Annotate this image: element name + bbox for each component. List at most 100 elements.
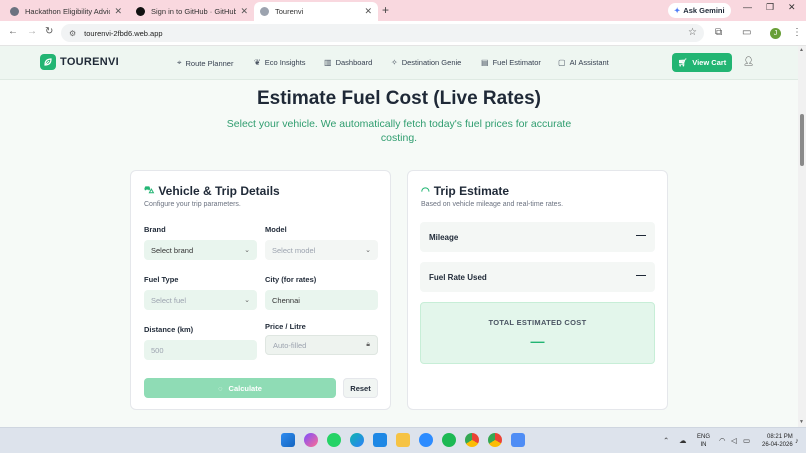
lang-region: IN: [700, 442, 707, 448]
trip-estimate-subtitle: Based on vehicle mileage and real-time r…: [421, 201, 564, 208]
tray-overflow-icon[interactable]: ⌃: [663, 436, 669, 445]
fuel-type-label: Fuel Type: [144, 275, 179, 284]
distance-input[interactable]: 500: [144, 340, 257, 360]
brand-select[interactable]: Select brand ⌄: [144, 240, 257, 260]
minimize-icon[interactable]: —: [743, 2, 752, 12]
wifi-icon[interactable]: ◠: [719, 436, 726, 445]
reset-button[interactable]: Reset: [343, 378, 378, 398]
distance-label: Distance (km): [144, 325, 194, 334]
price-placeholder: Auto-filled: [273, 340, 307, 350]
back-icon[interactable]: ←: [8, 26, 18, 37]
address-bar[interactable]: ⚙ tourenvi-2fbd6.web.app: [61, 24, 704, 42]
language-indicator[interactable]: ENG IN: [697, 433, 710, 449]
nav-label: Dashboard: [335, 58, 373, 67]
total-cost-box: TOTAL ESTIMATED COST —: [420, 302, 655, 364]
city-input-value: Chennai: [272, 295, 300, 305]
vehicle-trip-card: ⛍ Vehicle & Trip Details Configure your …: [130, 170, 391, 410]
page-viewport: TOURENVI ⌖ Route Planner ❦ Eco Insights …: [0, 46, 798, 427]
reload-icon[interactable]: ↻: [45, 26, 53, 37]
chevron-down-icon: ⌄: [244, 297, 250, 304]
nav-label: Destination Genie: [401, 58, 462, 67]
notification-bell-icon[interactable]: ♪: [795, 436, 799, 445]
nav-label: Route Planner: [185, 58, 234, 68]
city-input[interactable]: Chennai: [265, 290, 378, 310]
url-text: tourenvi-2fbd6.web.app: [84, 28, 163, 38]
whatsapp-icon[interactable]: [327, 433, 341, 447]
close-tab-icon[interactable]: ✕: [364, 6, 372, 17]
clock-time: 08:21 PM: [767, 434, 793, 440]
mileage-row: Mileage —: [420, 222, 655, 252]
tourenvi-favicon-icon: [260, 7, 269, 16]
site-logo[interactable]: TOURENVI: [40, 54, 119, 70]
vscode-icon[interactable]: [373, 433, 387, 447]
file-explorer-icon[interactable]: [396, 433, 410, 447]
close-window-icon[interactable]: ✕: [788, 2, 796, 13]
model-select-value: Select model: [272, 245, 316, 255]
bookmark-star-icon[interactable]: ☆: [688, 27, 697, 38]
page-scrollbar[interactable]: ▲ ▼: [798, 46, 806, 427]
profile-avatar[interactable]: J: [770, 28, 781, 39]
page-title: Estimate Fuel Cost (Live Rates): [256, 88, 542, 109]
nav-route-planner[interactable]: ⌖ Route Planner: [177, 58, 233, 68]
nav-destination-genie[interactable]: ✧ Destination Genie: [391, 58, 461, 67]
battery-icon[interactable]: ▭: [743, 436, 750, 445]
model-select[interactable]: Select model ⌄: [265, 240, 378, 260]
bar-chart-icon: ▥: [324, 58, 332, 67]
spotify-icon[interactable]: [442, 433, 456, 447]
copilot-icon[interactable]: [304, 433, 318, 447]
nav-fuel-estimator[interactable]: ▤ Fuel Estimator: [481, 58, 541, 67]
calculate-button[interactable]: ◌ Calculate: [144, 378, 336, 398]
view-cart-label: View Cart: [692, 58, 727, 67]
chevron-down-icon: ⌄: [244, 247, 250, 254]
brand-label: Brand: [144, 225, 166, 234]
page-subtitle: Select your vehicle. We automatically fe…: [226, 118, 572, 144]
fuel-icon: ▤: [481, 58, 489, 67]
fuel-rate-value: —: [636, 270, 646, 281]
zoom-icon[interactable]: [419, 433, 433, 447]
nav-eco-insights[interactable]: ❦ Eco Insights: [254, 58, 306, 67]
scrollbar-thumb[interactable]: [800, 114, 804, 166]
view-cart-button[interactable]: 🛒︎ View Cart: [672, 53, 732, 72]
nav-label: Fuel Estimator: [492, 58, 541, 67]
fuel-type-select[interactable]: Select fuel ⌄: [144, 290, 257, 310]
brand-select-value: Select brand: [151, 245, 194, 255]
nav-ai-assistant[interactable]: ▢ AI Assistant: [558, 58, 609, 67]
cast-icon[interactable]: ▭: [742, 27, 751, 38]
gemini-sparkle-icon: ✦: [674, 6, 681, 15]
site-settings-icon[interactable]: ⚙: [69, 29, 76, 38]
chrome-profile-icon[interactable]: [488, 433, 502, 447]
logo-text: TOURENVI: [60, 56, 120, 68]
trip-estimate-title: ◠ Trip Estimate: [421, 184, 509, 198]
new-tab-icon[interactable]: +: [382, 3, 389, 17]
cloud-icon[interactable]: ☁: [679, 436, 687, 445]
volume-icon[interactable]: ◁: [731, 436, 737, 445]
menu-kebab-icon[interactable]: ⋮: [792, 27, 802, 38]
browser-tab[interactable]: Sign in to GitHub · GitHub ✕: [130, 2, 254, 21]
nav-label: Eco Insights: [264, 58, 306, 67]
phone-link-icon[interactable]: [511, 433, 525, 447]
scroll-down-icon[interactable]: ▼: [799, 419, 804, 425]
close-tab-icon[interactable]: ✕: [114, 6, 122, 17]
ask-gemini-button[interactable]: ✦ Ask Gemini: [668, 3, 731, 18]
extensions-icon[interactable]: ⧉: [715, 27, 722, 38]
windows-start-icon[interactable]: [281, 433, 295, 447]
edge-icon[interactable]: [350, 433, 364, 447]
model-label: Model: [265, 225, 287, 234]
scroll-up-icon[interactable]: ▲: [799, 47, 804, 53]
close-tab-icon[interactable]: ✕: [240, 6, 248, 17]
city-label: City (for rates): [265, 275, 317, 284]
system-clock[interactable]: 08:21 PM 26-04-2026: [762, 433, 793, 449]
user-account-icon[interactable]: 👤︎: [743, 56, 754, 67]
sparkles-icon: ✧: [391, 58, 398, 67]
nav-dashboard[interactable]: ▥ Dashboard: [324, 58, 372, 67]
browser-tab[interactable]: Hackathon Eligibility Advice ✕: [4, 2, 128, 21]
mileage-value: —: [636, 230, 646, 241]
browser-tab-strip: Hackathon Eligibility Advice ✕ Sign in t…: [0, 0, 806, 21]
vehicle-trip-title: ⛍ Vehicle & Trip Details: [144, 184, 280, 198]
forward-icon[interactable]: →: [27, 26, 37, 37]
restore-icon[interactable]: ❐: [766, 2, 774, 13]
distance-placeholder: 500: [151, 345, 164, 355]
chrome-icon[interactable]: [465, 433, 479, 447]
clock-date: 26-04-2026: [762, 442, 793, 448]
browser-tab-active[interactable]: Tourenvi ✕: [254, 2, 378, 21]
